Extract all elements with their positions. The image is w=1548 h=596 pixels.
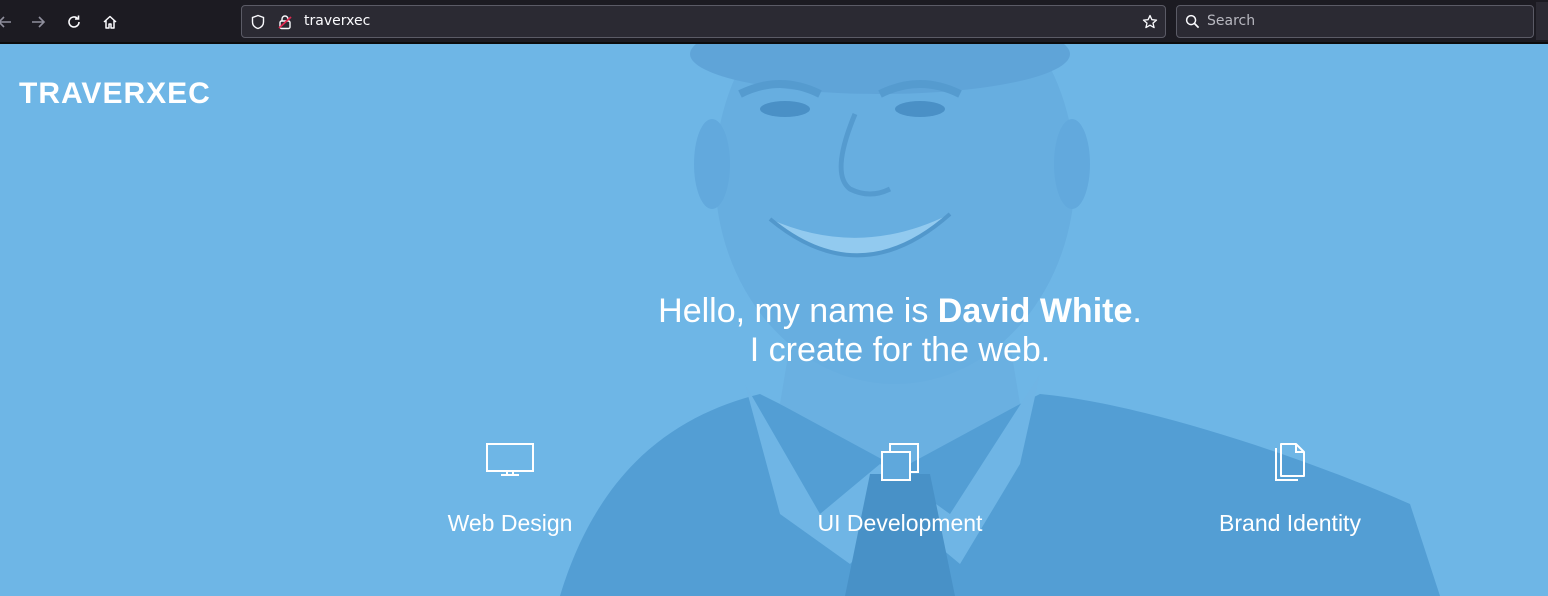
headline-prefix: Hello, my name is [658,292,938,330]
search-icon [1185,14,1200,29]
url-bar[interactable]: traverxec [241,5,1166,38]
headline-name: David White [937,292,1133,330]
browser-toolbar: traverxec Search [0,0,1548,44]
back-button[interactable] [0,11,16,33]
service-label: Brand Identity [1219,510,1361,536]
service-web-design: Web Design [370,442,650,537]
toolbar-overflow-edge [1536,2,1548,40]
headline-line-1: Hello, my name is David White. [600,292,1200,331]
service-ui-development: UI Development [760,442,1040,537]
bookmark-star-icon[interactable] [1142,14,1158,30]
home-icon [103,15,117,29]
forward-button[interactable] [27,11,49,33]
search-bar[interactable]: Search [1176,5,1534,38]
insecure-lock-icon[interactable] [277,14,293,30]
site-logo[interactable]: TRAVERXEC [19,77,211,111]
url-text[interactable]: traverxec [304,13,370,29]
search-placeholder: Search [1207,13,1256,29]
hero-headline: Hello, my name is David White. I create … [600,292,1200,370]
service-label: Web Design [447,510,573,536]
reload-button[interactable] [63,11,85,33]
arrow-left-icon [0,16,11,28]
arrow-right-icon [32,16,46,28]
headline-line-2: I create for the web. [749,331,1051,369]
documents-icon [1275,443,1305,481]
reload-icon [68,15,80,28]
shield-icon [251,14,265,30]
hero-section: TRAVERXEC Hello, my name is David White.… [0,44,1548,596]
headline-suffix: . [1132,292,1142,330]
home-button[interactable] [99,11,121,33]
monitor-icon [486,443,534,476]
service-brand-identity: Brand Identity [1150,442,1430,537]
service-label: UI Development [817,510,983,536]
stacked-squares-icon [881,443,919,481]
